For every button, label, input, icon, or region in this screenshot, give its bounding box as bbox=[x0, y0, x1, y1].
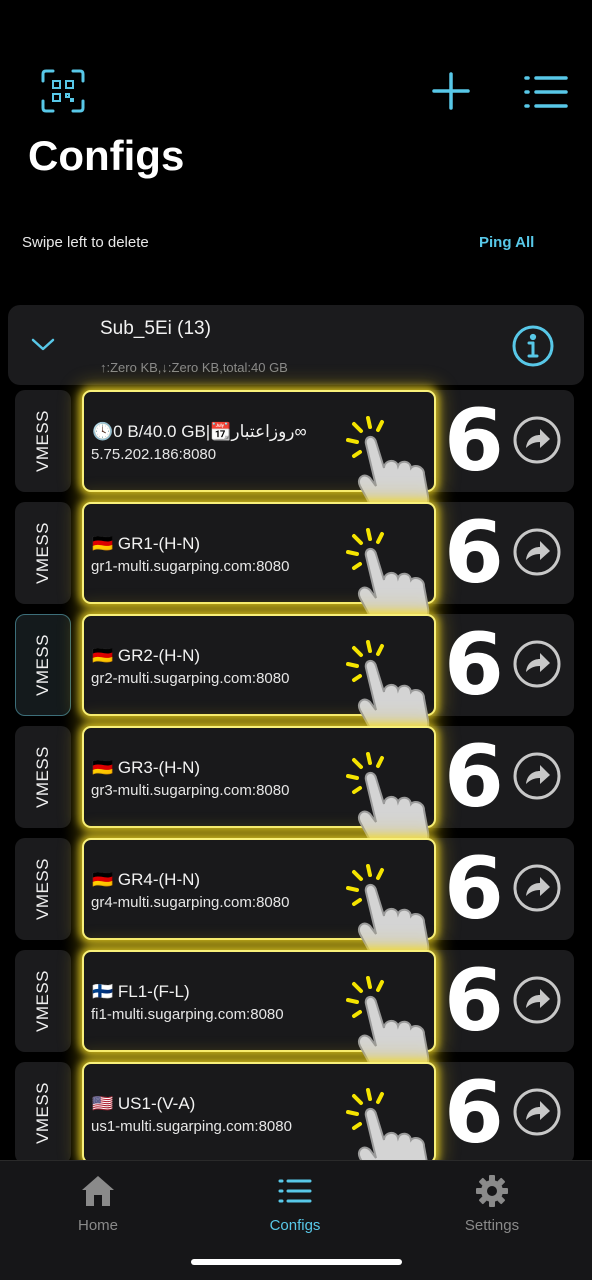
ping-value: 6 bbox=[444, 615, 504, 715]
config-row[interactable]: VMESS 🇩🇪 GR3-(H-N) gr3-multi.sugarping.com… bbox=[0, 726, 592, 859]
ping-all-button[interactable]: Ping All bbox=[479, 234, 534, 251]
config-type-label: VMESS bbox=[33, 745, 52, 809]
home-icon bbox=[80, 1173, 116, 1209]
config-type-label: VMESS bbox=[33, 969, 52, 1033]
config-row[interactable]: VMESS 🇩🇪 GR2-(H-N) gr2-multi.sugarping.com… bbox=[0, 614, 592, 747]
ping-value: 6 bbox=[444, 951, 504, 1051]
ping-value: 6 bbox=[444, 1063, 504, 1163]
config-type-label: VMESS bbox=[33, 521, 52, 585]
list-menu-icon[interactable] bbox=[522, 72, 570, 112]
config-type-tab[interactable]: VMESS bbox=[15, 614, 71, 716]
config-type-tab[interactable]: VMESS bbox=[15, 726, 71, 828]
subscription-header[interactable]: Sub_5Ei (13) ↑:Zero KB,↓:Zero KB,total:4… bbox=[8, 305, 584, 385]
nav-configs[interactable]: Configs bbox=[235, 1167, 355, 1237]
config-row[interactable]: VMESS 🇫🇮 FL1-(F-L) fi1-multi.sugarping.com… bbox=[0, 950, 592, 1083]
qr-scan-icon[interactable] bbox=[40, 68, 86, 114]
list-icon bbox=[277, 1173, 313, 1209]
bottom-nav: Home Configs Settings bbox=[0, 1160, 592, 1280]
share-icon[interactable] bbox=[512, 415, 562, 465]
nav-settings-label: Settings bbox=[464, 1217, 520, 1234]
config-type-label: VMESS bbox=[33, 409, 52, 473]
share-icon[interactable] bbox=[512, 639, 562, 689]
config-row[interactable]: VMESS 🇺🇸 US1-(V-A) us1-multi.sugarping.com… bbox=[0, 1062, 592, 1195]
ping-value: 6 bbox=[444, 727, 504, 827]
subscription-name: Sub_5Ei (13) bbox=[100, 318, 211, 339]
config-address: 5.75.202.186:8080 bbox=[91, 446, 217, 463]
config-type-tab[interactable]: VMESS bbox=[15, 1062, 71, 1164]
config-row[interactable]: VMESS 🕓0 B/40.0 GB|📆روزاعتبار∞ 5.75.202.18… bbox=[0, 390, 592, 523]
config-address: gr2-multi.sugarping.com:8080 bbox=[91, 670, 290, 687]
ping-value: 6 bbox=[444, 391, 504, 491]
config-name: 🇩🇪 GR3-(H-N) bbox=[92, 758, 201, 777]
config-address: us1-multi.sugarping.com:8080 bbox=[91, 1118, 292, 1135]
ping-value: 6 bbox=[444, 839, 504, 939]
config-name: 🇫🇮 FL1-(F-L) bbox=[92, 982, 190, 1001]
add-config-icon[interactable] bbox=[430, 70, 472, 112]
config-name: 🇺🇸 US1-(V-A) bbox=[92, 1094, 196, 1113]
page-title: Configs bbox=[28, 132, 185, 179]
config-type-tab[interactable]: VMESS bbox=[15, 502, 71, 604]
config-type-label: VMESS bbox=[33, 1081, 52, 1145]
config-name: 🇩🇪 GR1-(H-N) bbox=[92, 534, 201, 553]
share-icon[interactable] bbox=[512, 751, 562, 801]
config-row[interactable]: VMESS 🇩🇪 GR4-(H-N) gr4-multi.sugarping.com… bbox=[0, 838, 592, 971]
config-type-label: VMESS bbox=[33, 633, 52, 697]
share-icon[interactable] bbox=[512, 975, 562, 1025]
nav-settings[interactable]: Settings bbox=[432, 1167, 552, 1237]
top-bar bbox=[0, 0, 592, 130]
config-name: 🇩🇪 GR4-(H-N) bbox=[92, 870, 201, 889]
gear-icon bbox=[474, 1173, 510, 1209]
nav-home-label: Home bbox=[77, 1217, 118, 1234]
share-icon[interactable] bbox=[512, 863, 562, 913]
nav-home[interactable]: Home bbox=[38, 1167, 158, 1237]
config-type-tab[interactable]: VMESS bbox=[15, 838, 71, 940]
config-row[interactable]: VMESS 🇩🇪 GR1-(H-N) gr1-multi.sugarping.com… bbox=[0, 502, 592, 635]
config-type-label: VMESS bbox=[33, 857, 52, 921]
swipe-hint: Swipe left to delete bbox=[22, 234, 149, 251]
config-address: gr3-multi.sugarping.com:8080 bbox=[91, 782, 290, 799]
share-icon[interactable] bbox=[512, 1087, 562, 1137]
ping-value: 6 bbox=[444, 503, 504, 603]
config-name: 🇩🇪 GR2-(H-N) bbox=[92, 646, 201, 665]
share-icon[interactable] bbox=[512, 527, 562, 577]
config-type-tab[interactable]: VMESS bbox=[15, 390, 71, 492]
info-icon[interactable] bbox=[511, 324, 555, 368]
nav-configs-label: Configs bbox=[269, 1217, 321, 1234]
chevron-down-icon[interactable] bbox=[30, 333, 56, 355]
config-address: fi1-multi.sugarping.com:8080 bbox=[91, 1006, 284, 1023]
config-address: gr4-multi.sugarping.com:8080 bbox=[91, 894, 290, 911]
subscription-stats: ↑:Zero KB,↓:Zero KB,total:40 GB bbox=[100, 360, 288, 375]
home-indicator bbox=[191, 1259, 402, 1265]
config-type-tab[interactable]: VMESS bbox=[15, 950, 71, 1052]
config-name: 🕓0 B/40.0 GB|📆روزاعتبار∞ bbox=[92, 422, 307, 441]
config-address: gr1-multi.sugarping.com:8080 bbox=[91, 558, 290, 575]
